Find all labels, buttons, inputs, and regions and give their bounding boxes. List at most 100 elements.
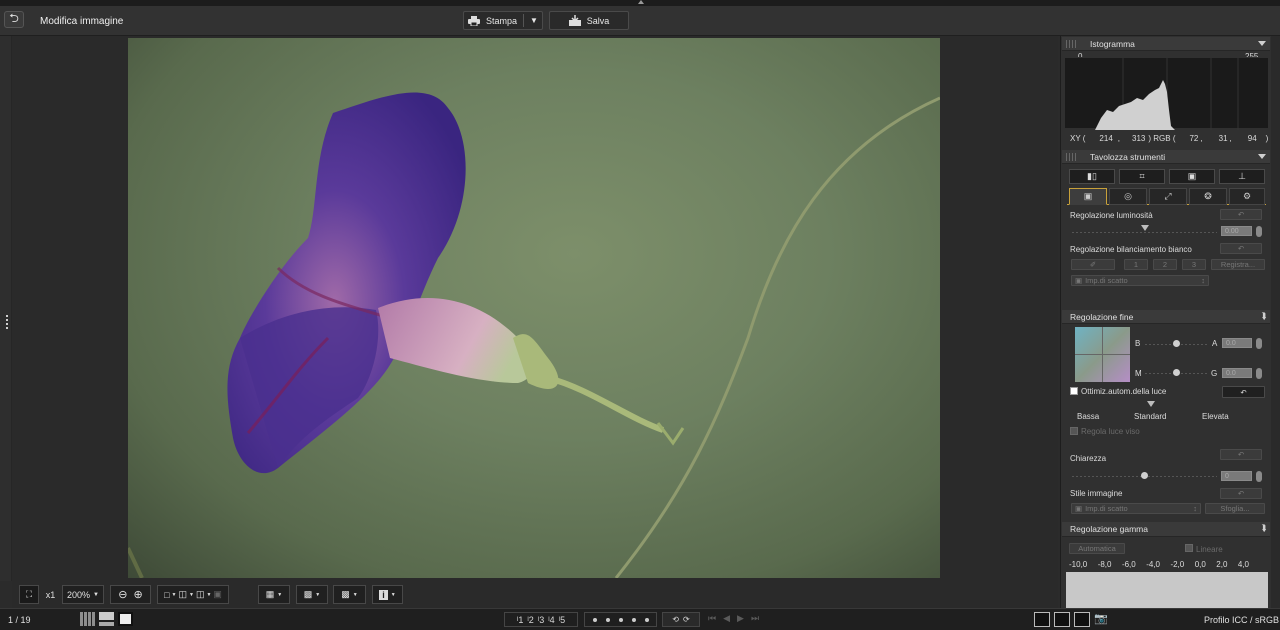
toggle-panel-1-icon[interactable] bbox=[1034, 612, 1050, 627]
thumbnail-view-icon[interactable] bbox=[80, 612, 95, 626]
print-button[interactable]: Stampa ▼ bbox=[463, 11, 543, 30]
brightness-value-field[interactable]: 0.00 bbox=[1221, 226, 1252, 236]
collapse-top-icon[interactable] bbox=[638, 0, 644, 4]
grid-display-button[interactable]: ▦ ▼ bbox=[258, 585, 290, 604]
save-button[interactable]: Salva bbox=[549, 11, 629, 30]
drag-grip-icon[interactable] bbox=[1066, 40, 1076, 48]
wb-preset-1-button[interactable]: 1 bbox=[1124, 259, 1148, 270]
clarity-reset-button[interactable]: ↶ bbox=[1220, 449, 1262, 460]
collapse-icon[interactable] bbox=[1258, 154, 1266, 159]
level-low-label: Bassa bbox=[1077, 412, 1100, 421]
picture-style-reset-button[interactable]: ↶ bbox=[1220, 488, 1262, 499]
chevron-down-icon[interactable]: ▼ bbox=[189, 592, 194, 598]
previous-image-icon[interactable]: ◀ bbox=[723, 613, 730, 626]
ab-slider-knob[interactable] bbox=[1173, 340, 1180, 347]
right-scrollbar[interactable] bbox=[1271, 36, 1280, 608]
gamma-linear-checkbox[interactable] bbox=[1185, 544, 1193, 552]
last-image-icon[interactable]: ⏭ bbox=[751, 613, 759, 626]
rating-4-button[interactable]: ˡ4 bbox=[548, 615, 554, 625]
face-light-checkbox[interactable] bbox=[1070, 427, 1078, 435]
chevron-down-icon[interactable]: ▼ bbox=[172, 592, 177, 598]
rating-2-button[interactable]: ˡ2 bbox=[527, 615, 533, 625]
rotate-left-icon[interactable]: ⟲ bbox=[672, 615, 679, 624]
single-view-icon[interactable]: □ bbox=[164, 590, 169, 600]
g-value-field[interactable]: 0.0 bbox=[1222, 368, 1252, 378]
zoom-out-icon[interactable]: ⊖ bbox=[118, 588, 127, 601]
double-chevron-down-icon[interactable]: ⮯ bbox=[1261, 523, 1266, 534]
white-balance-reset-button[interactable]: ↶ bbox=[1220, 243, 1262, 254]
drag-grip-icon[interactable] bbox=[1066, 153, 1076, 161]
clarity-slider-knob[interactable] bbox=[1141, 472, 1148, 479]
label-dot-4[interactable] bbox=[631, 617, 636, 622]
picture-style-browse-button[interactable]: Sfoglia... bbox=[1205, 503, 1265, 514]
chevron-down-icon[interactable]: ▼ bbox=[206, 592, 211, 598]
clarity-spinner[interactable] bbox=[1256, 471, 1262, 482]
label-dot-3[interactable] bbox=[618, 617, 623, 622]
collapse-icon[interactable] bbox=[1258, 41, 1266, 46]
rating-1-button[interactable]: ˡ1 bbox=[517, 615, 523, 625]
gamma-curve-area[interactable] bbox=[1066, 572, 1268, 608]
g-value-spinner[interactable] bbox=[1256, 368, 1262, 379]
label-dot-2[interactable] bbox=[605, 617, 610, 622]
chevron-down-icon[interactable]: ▼ bbox=[530, 16, 538, 25]
brightness-reset-button[interactable]: ↶ bbox=[1220, 209, 1262, 220]
wb-register-button[interactable]: Registra... bbox=[1211, 259, 1265, 270]
filmstrip-view-icon[interactable] bbox=[99, 612, 114, 626]
gamma-header[interactable]: Regolazione gamma ⮯ bbox=[1062, 522, 1270, 537]
tool-tab-stamp[interactable]: ⊥ bbox=[1219, 169, 1265, 184]
label-dot-1[interactable] bbox=[592, 617, 597, 622]
rating-5-button[interactable]: ˡ5 bbox=[559, 615, 565, 625]
left-panel-handle-icon[interactable] bbox=[6, 315, 9, 331]
subtab-basic-adjust[interactable]: ▣ bbox=[1069, 188, 1107, 205]
zoom-in-icon[interactable]: ⊕ bbox=[134, 588, 143, 601]
subtab-color[interactable]: ❂ bbox=[1189, 188, 1227, 205]
highlight-warning-button[interactable]: ▩ ▼ bbox=[333, 585, 366, 604]
white-balance-dropdown[interactable]: ▣ Imp.di scatto ↕ bbox=[1071, 275, 1209, 286]
color-balance-grid[interactable] bbox=[1075, 327, 1130, 382]
fit-screen-button[interactable]: ⛶ bbox=[19, 585, 39, 604]
rotate-right-icon[interactable]: ⟳ bbox=[683, 615, 690, 624]
brightness-slider-track[interactable] bbox=[1072, 232, 1217, 233]
first-image-icon[interactable]: ⏮ bbox=[708, 613, 716, 626]
tool-tab-basic[interactable]: ▮▯ bbox=[1069, 169, 1115, 184]
a-value-field[interactable]: 0.0 bbox=[1222, 338, 1252, 348]
label-dot-5[interactable] bbox=[644, 617, 649, 622]
double-chevron-down-icon[interactable]: ⮯ bbox=[1261, 311, 1266, 322]
mg-slider-knob[interactable] bbox=[1173, 369, 1180, 376]
auto-light-level-knob[interactable] bbox=[1147, 401, 1155, 407]
tool-tab-dust[interactable]: ▣ bbox=[1169, 169, 1215, 184]
tool-tab-crop[interactable]: ⌗ bbox=[1119, 169, 1165, 184]
picture-style-dropdown[interactable]: ▣ Imp.di scatto ↕ bbox=[1071, 503, 1201, 514]
info-button[interactable]: i ▼ bbox=[372, 585, 403, 604]
tool-palette-header[interactable]: Tavolozza strumenti bbox=[1062, 150, 1270, 164]
toggle-panel-3-icon[interactable] bbox=[1074, 612, 1090, 627]
brightness-spinner[interactable] bbox=[1256, 226, 1262, 237]
next-image-icon[interactable]: ▶ bbox=[737, 613, 744, 626]
back-button[interactable]: ⮌ bbox=[4, 11, 24, 28]
photo-preview[interactable] bbox=[128, 38, 940, 578]
camera-icon[interactable]: 📷 bbox=[1094, 612, 1110, 627]
zoom-level-select[interactable]: 200% ▼ bbox=[62, 585, 104, 604]
compare-horizontal-icon[interactable]: ◫ bbox=[196, 589, 205, 600]
compare-split-icon[interactable]: ▣ bbox=[213, 589, 222, 600]
a-value-spinner[interactable] bbox=[1256, 338, 1262, 349]
clarity-value-field[interactable]: 0 bbox=[1221, 471, 1252, 481]
auto-light-reset-button[interactable]: ↶ bbox=[1222, 386, 1265, 398]
wb-preset-2-button[interactable]: 2 bbox=[1153, 259, 1177, 270]
single-image-view-icon[interactable] bbox=[118, 612, 133, 626]
histogram-header[interactable]: Istogramma bbox=[1062, 37, 1270, 51]
white-balance-picker-button[interactable]: ✐ bbox=[1071, 259, 1115, 270]
toggle-panel-2-icon[interactable] bbox=[1054, 612, 1070, 627]
subtab-settings[interactable]: ⚙ bbox=[1229, 188, 1265, 205]
gamma-auto-button[interactable]: Automatica bbox=[1069, 543, 1125, 554]
zoom-100-button[interactable]: x1 bbox=[41, 585, 60, 604]
brightness-slider-knob[interactable] bbox=[1141, 225, 1149, 231]
wb-preset-3-button[interactable]: 3 bbox=[1182, 259, 1206, 270]
af-point-button[interactable]: ▩ ▼ bbox=[296, 585, 328, 604]
subtab-lens[interactable]: ◎ bbox=[1109, 188, 1147, 205]
compare-vertical-icon[interactable]: ◫ bbox=[178, 589, 187, 600]
fine-adjust-header[interactable]: Regolazione fine ⮯ bbox=[1062, 310, 1270, 324]
rating-3-button[interactable]: ˡ3 bbox=[538, 615, 544, 625]
subtab-curve[interactable]: ⤢ bbox=[1149, 188, 1187, 205]
auto-light-checkbox[interactable] bbox=[1070, 387, 1078, 395]
